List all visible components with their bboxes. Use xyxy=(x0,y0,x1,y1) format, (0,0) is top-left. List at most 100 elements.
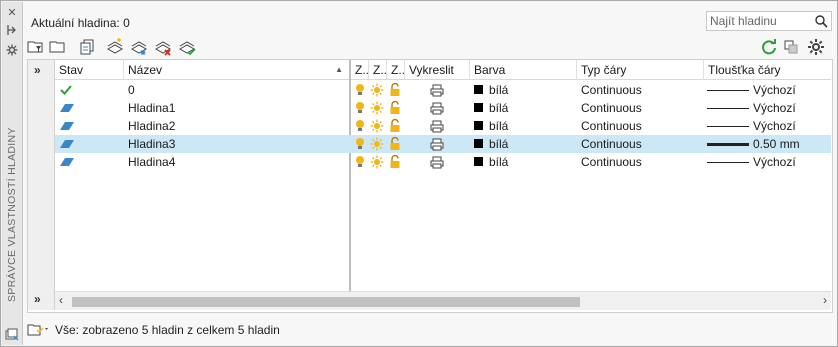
delete-layer-icon[interactable] xyxy=(154,38,172,56)
layer-lineweight-label: Výchozí xyxy=(753,119,796,133)
new-group-filter-icon[interactable] xyxy=(49,38,67,56)
layer-status-icon[interactable] xyxy=(59,153,119,171)
lineweight-sample xyxy=(707,126,749,128)
sun-thawed-icon[interactable] xyxy=(370,153,386,171)
new-property-filter-icon[interactable] xyxy=(27,38,45,56)
search-icon[interactable] xyxy=(814,14,828,28)
color-swatch xyxy=(474,103,483,113)
palette-title-bar[interactable]: ✕ SPRÁVCE VLASTNOSTÍ HLADINY xyxy=(2,2,23,345)
unlocked-icon[interactable] xyxy=(389,117,403,135)
layer-linetype[interactable]: Continuous xyxy=(581,153,701,171)
layer-lineweight[interactable]: Výchozí xyxy=(707,153,827,171)
autohide-icon[interactable] xyxy=(5,23,19,37)
column-header-barva[interactable]: Barva xyxy=(470,60,577,80)
layer-status-icon[interactable] xyxy=(59,99,119,117)
layer-status-icon[interactable] xyxy=(59,81,119,99)
scroll-right-icon[interactable]: › xyxy=(823,293,827,307)
layer-color[interactable]: bílá xyxy=(474,153,574,171)
column-header-zmrazit[interactable]: Z... xyxy=(369,60,387,80)
close-icon[interactable]: ✕ xyxy=(5,5,19,19)
layer-row[interactable]: Hladina3 bílá Continuous 0.50 mm xyxy=(55,135,831,153)
layer-lineweight[interactable]: 0.50 mm xyxy=(707,135,827,153)
layer-name[interactable]: Hladina3 xyxy=(128,135,348,153)
new-layer-icon[interactable] xyxy=(106,38,124,56)
lineweight-sample xyxy=(707,108,749,110)
printer-icon[interactable] xyxy=(430,117,448,135)
column-header-typ-cary[interactable]: Typ čáry xyxy=(577,60,704,80)
layer-lineweight[interactable]: Výchozí xyxy=(707,99,827,117)
unlocked-icon[interactable] xyxy=(389,135,403,153)
layer-row[interactable]: Hladina4 bílá Continuous Výchozí xyxy=(55,153,831,171)
unlocked-icon[interactable] xyxy=(389,81,403,99)
layer-stack-icon[interactable] xyxy=(5,327,19,341)
column-header-nazev[interactable]: Název ▲ xyxy=(124,60,350,80)
layer-row[interactable]: Hladina2 bílá Continuous Výchozí xyxy=(55,117,831,135)
sun-thawed-icon[interactable] xyxy=(370,117,386,135)
new-layer-vp-frozen-icon[interactable] xyxy=(130,38,148,56)
layer-linetype[interactable]: Continuous xyxy=(581,99,701,117)
lineweight-sample xyxy=(707,143,749,147)
lightbulb-on-icon[interactable] xyxy=(354,117,368,135)
expand-filter-tree-icon[interactable]: » xyxy=(34,63,41,77)
expand-filter-tree-bottom-icon[interactable]: » xyxy=(34,292,41,306)
color-swatch xyxy=(474,157,483,167)
column-header-tloustka[interactable]: Tloušťka čáry xyxy=(704,60,831,80)
layer-transparency-icon[interactable] xyxy=(782,38,800,56)
lineweight-sample xyxy=(707,90,749,92)
layer-color-label: bílá xyxy=(489,137,509,151)
printer-icon[interactable] xyxy=(430,153,448,171)
scroll-thumb[interactable] xyxy=(72,297,580,307)
unlocked-icon[interactable] xyxy=(389,99,403,117)
sun-thawed-icon[interactable] xyxy=(370,99,386,117)
printer-icon[interactable] xyxy=(430,81,448,99)
layer-linetype[interactable]: Continuous xyxy=(581,117,701,135)
layer-status-icon[interactable] xyxy=(59,135,119,153)
layer-status-icon[interactable] xyxy=(59,117,119,135)
column-header-zamknout[interactable]: Z... xyxy=(387,60,405,80)
printer-icon[interactable] xyxy=(430,135,448,153)
horizontal-scrollbar[interactable]: ‹ › xyxy=(55,291,831,310)
sun-thawed-icon[interactable] xyxy=(370,81,386,99)
settings-gear-icon[interactable] xyxy=(807,38,825,56)
column-header-stav[interactable]: Stav xyxy=(55,60,124,80)
lightbulb-on-icon[interactable] xyxy=(354,135,368,153)
layer-color-label: bílá xyxy=(489,119,509,133)
layer-color[interactable]: bílá xyxy=(474,135,574,153)
layer-linetype[interactable]: Continuous xyxy=(581,135,701,153)
layer-lineweight-label: Výchozí xyxy=(753,83,796,97)
unlocked-icon[interactable] xyxy=(389,153,403,171)
layer-name[interactable]: Hladina4 xyxy=(128,153,348,171)
layer-name[interactable]: 0 xyxy=(128,81,348,99)
layer-name[interactable]: Hladina1 xyxy=(128,99,348,117)
layer-grid: » » Stav Název ▲ Z... Z... Z... Vykresli… xyxy=(27,59,833,313)
layer-row[interactable]: Hladina1 bílá Continuous Výchozí xyxy=(55,99,831,117)
sort-ascending-icon: ▲ xyxy=(335,65,343,74)
layer-lineweight-label: 0.50 mm xyxy=(753,137,800,151)
layer-lineweight[interactable]: Výchozí xyxy=(707,81,827,99)
column-header-zapnuto[interactable]: Z... xyxy=(351,60,369,80)
properties-icon[interactable] xyxy=(5,43,19,57)
printer-icon[interactable] xyxy=(430,99,448,117)
filter-status-icon[interactable] xyxy=(27,321,51,337)
lineweight-sample xyxy=(707,162,749,164)
filter-tree-pane: » » xyxy=(28,60,55,310)
layer-name[interactable]: Hladina2 xyxy=(128,117,348,135)
layer-linetype[interactable]: Continuous xyxy=(581,81,701,99)
sun-thawed-icon[interactable] xyxy=(370,135,386,153)
search-placeholder: Najít hladinu xyxy=(710,14,777,28)
lightbulb-on-icon[interactable] xyxy=(354,153,368,171)
layer-row[interactable]: 0 bílá Continuous Výchozí xyxy=(55,81,831,99)
layer-color[interactable]: bílá xyxy=(474,81,574,99)
scroll-left-icon[interactable]: ‹ xyxy=(59,293,63,307)
column-header-vykreslit[interactable]: Vykreslit xyxy=(405,60,470,80)
layer-color[interactable]: bílá xyxy=(474,99,574,117)
layer-color[interactable]: bílá xyxy=(474,117,574,135)
lightbulb-on-icon[interactable] xyxy=(354,81,368,99)
lightbulb-on-icon[interactable] xyxy=(354,99,368,117)
layer-manager-panel: Aktuální hladina: 0 Najít hladinu » » St… xyxy=(23,2,837,345)
set-current-icon[interactable] xyxy=(178,38,196,56)
layer-states-icon[interactable] xyxy=(79,38,97,56)
refresh-icon[interactable] xyxy=(760,38,778,56)
search-input[interactable]: Najít hladinu xyxy=(706,11,832,31)
layer-lineweight[interactable]: Výchozí xyxy=(707,117,827,135)
